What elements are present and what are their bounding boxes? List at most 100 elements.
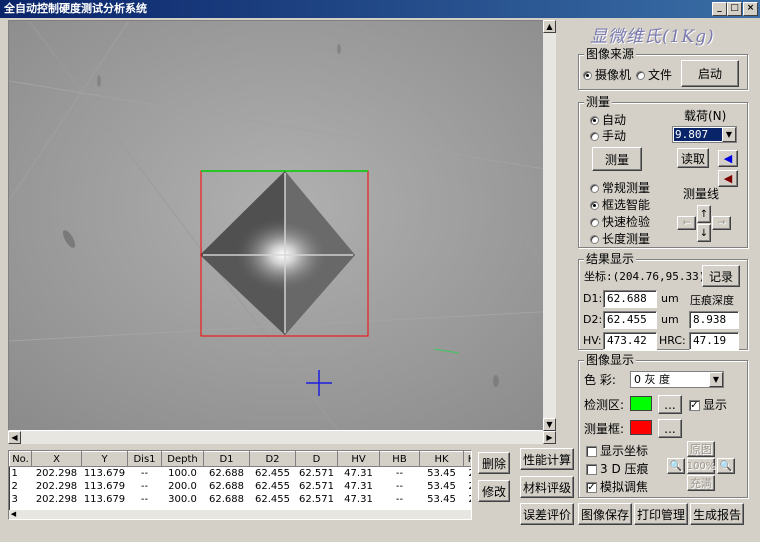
zoom-in-icon[interactable]: 🔍 (717, 458, 735, 474)
frame-color-button[interactable]: ... (658, 419, 682, 438)
indentation-image (9, 21, 555, 430)
table-row[interactable]: 1 202.298 113.679 -- 100.0 62.688 62.455 62.571… (10, 467, 472, 480)
image-source-label: 图像来源 (584, 47, 637, 61)
image-v-scrollbar[interactable]: ▲ ▼ (543, 20, 556, 431)
error-eval-button[interactable]: 误差评价 (520, 503, 574, 525)
original-image-button[interactable]: 原图 (687, 441, 715, 457)
simulate-focus-checkbox[interactable]: ✓ 模拟调焦 (586, 479, 648, 495)
close-button[interactable]: × (743, 2, 758, 16)
mode-smart-radio[interactable]: 框选智能 (590, 197, 650, 213)
column-header[interactable]: Dis1 (127, 451, 162, 467)
table-cell: 62.688 (209, 493, 244, 505)
start-button[interactable]: 启动 (681, 60, 739, 87)
mode-normal-radio[interactable]: 常规测量 (590, 180, 650, 196)
fill-button[interactable]: 充满 (687, 475, 715, 491)
d2-label: D2: (583, 313, 603, 326)
scroll-up-icon[interactable]: ▲ (543, 20, 556, 33)
column-header[interactable]: D1 (203, 451, 250, 467)
image-h-scrollbar[interactable]: ◀ ▶ (8, 431, 556, 444)
mode-quick-radio[interactable]: 快速检验 (590, 214, 650, 230)
arrow-left-icon[interactable]: ← (677, 216, 696, 230)
detect-color-button[interactable]: ... (658, 395, 682, 414)
generate-report-button[interactable]: 生成报告 (690, 503, 744, 525)
table-cell: 53.45 (427, 467, 456, 479)
arrow-down-icon[interactable]: ↓ (697, 224, 711, 242)
depth-field[interactable]: 8.938 (689, 311, 739, 329)
3d-indent-checkbox[interactable]: 3 D 压痕 (586, 461, 649, 477)
measure-button[interactable]: 测量 (592, 147, 642, 171)
table-cell: 2 (464, 467, 471, 480)
table-cell: 53.45 (427, 480, 456, 492)
scroll-left-icon[interactable]: ◀ (8, 431, 21, 444)
table-h-scrollbar[interactable]: ◀ (9, 510, 471, 519)
hv-label: HV: (583, 334, 602, 347)
column-header[interactable]: HV (337, 451, 380, 467)
table-cell: -- (395, 467, 404, 479)
zoom-out-icon[interactable]: 🔍 (667, 458, 685, 474)
hv-field[interactable]: 473.42 (603, 332, 657, 350)
delete-button[interactable]: 删除 (478, 452, 510, 474)
chevron-down-icon[interactable]: ▼ (709, 372, 723, 387)
table-cell: -- (140, 467, 149, 479)
column-header[interactable]: X (31, 451, 82, 467)
source-file-radio[interactable]: 文件 (636, 67, 672, 83)
column-header[interactable]: H (463, 451, 471, 467)
results-table[interactable]: No.XYDis1DepthD1D2DHVHBHKH 1 202.298 113.6… (8, 450, 472, 520)
hrc-label: HRC: (659, 334, 686, 347)
show-detect-checkbox[interactable]: ✓ 显示 (689, 397, 727, 413)
performance-calc-button[interactable]: 性能计算 (520, 448, 574, 470)
table-cell: 62.571 (299, 493, 334, 505)
microscope-image-view[interactable] (8, 20, 556, 431)
table-cell: 53.45 (427, 493, 456, 505)
arrow-left-red-icon[interactable]: ◀ (718, 170, 738, 187)
column-header[interactable]: HB (379, 451, 420, 467)
arrow-up-icon[interactable]: ↑ (697, 205, 711, 223)
mode-length-radio[interactable]: 长度测量 (590, 231, 650, 247)
minimize-button[interactable]: _ (712, 2, 727, 16)
chevron-down-icon[interactable]: ▼ (722, 127, 736, 142)
table-row[interactable]: 2 202.298 113.679 -- 200.0 62.688 62.455 62.571… (10, 480, 472, 493)
load-select[interactable]: 9.807 ▼ (672, 126, 737, 143)
manual-radio[interactable]: 手动 (590, 128, 626, 144)
measure-line-arrows[interactable]: ↑ ↓ ← → (677, 205, 733, 243)
column-header[interactable]: No. (9, 451, 32, 467)
frame-color-swatch (630, 420, 652, 435)
frame-label: 测量框: (584, 422, 625, 436)
hrc-field[interactable]: 47.19 (689, 332, 739, 350)
zoom-level-button[interactable]: 100% (687, 458, 715, 474)
arrow-left-blue-icon[interactable]: ◀ (718, 150, 738, 167)
image-save-button[interactable]: 图像保存 (578, 503, 632, 525)
column-header[interactable]: Y (81, 451, 128, 467)
column-header[interactable]: D (295, 451, 338, 467)
table-cell: 62.688 (209, 467, 244, 479)
table-row[interactable]: 3 202.298 113.679 -- 300.0 62.688 62.455 62.571… (10, 493, 472, 506)
source-camera-radio[interactable]: 摄像机 (583, 67, 631, 83)
auto-radio[interactable]: 自动 (590, 112, 626, 128)
mode-title: 显微维氏(1Kg) (590, 27, 715, 47)
load-label: 载荷(N) (684, 109, 727, 123)
d1-field[interactable]: 62.688 (603, 290, 657, 308)
table-cell: 62.455 (255, 480, 290, 492)
table-cell: 62.571 (299, 467, 334, 479)
color-select[interactable]: 0 灰 度 ▼ (630, 371, 724, 388)
scroll-down-icon[interactable]: ▼ (543, 418, 556, 431)
show-coord-checkbox[interactable]: 显示坐标 (586, 443, 648, 459)
modify-button[interactable]: 修改 (478, 480, 510, 502)
measure-label: 测量 (584, 95, 613, 109)
column-header[interactable]: Depth (161, 451, 204, 467)
maximize-button[interactable]: □ (727, 2, 742, 16)
print-manage-button[interactable]: 打印管理 (634, 503, 688, 525)
column-header[interactable]: HK (419, 451, 464, 467)
table-body: 1 202.298 113.679 -- 100.0 62.688 62.455 62.571… (10, 467, 472, 506)
table-header-row: No.XYDis1DepthD1D2DHVHBHKH (9, 451, 471, 467)
table-cell: 113.679 (83, 480, 126, 492)
scroll-right-icon[interactable]: ▶ (543, 431, 556, 444)
read-button[interactable]: 读取 (677, 148, 709, 168)
table-cell: 202.298 (35, 467, 78, 479)
column-header[interactable]: D2 (249, 451, 296, 467)
d2-field[interactable]: 62.455 (603, 311, 657, 329)
arrow-right-icon[interactable]: → (712, 216, 731, 230)
material-grade-button[interactable]: 材料评级 (520, 476, 574, 498)
table-cell: -- (395, 480, 404, 492)
record-button[interactable]: 记录 (702, 265, 740, 287)
